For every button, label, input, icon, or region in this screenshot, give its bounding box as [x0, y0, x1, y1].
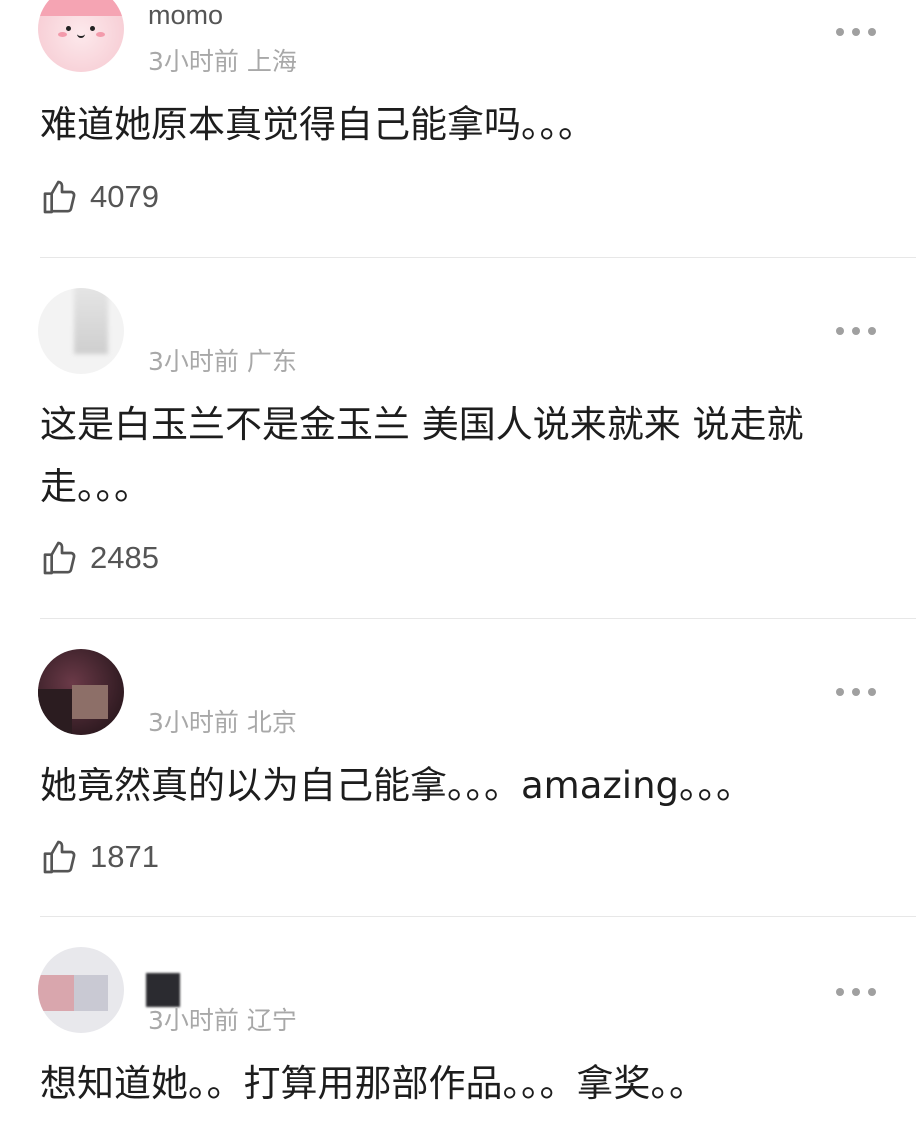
like-count: 1871	[90, 839, 159, 874]
avatar-blur-shape	[38, 975, 74, 1011]
avatar-blush-left	[58, 32, 67, 37]
comment-text: 想知道她。。打算用那部作品。。。拿奖。。	[40, 1062, 706, 1105]
avatar-blur-shape	[74, 975, 108, 1011]
comment-meta: 3小时前 广东	[148, 347, 297, 376]
comment-meta: 3小时前 北京	[148, 708, 297, 737]
avatar-face	[58, 26, 105, 44]
avatar-blush-right	[96, 32, 105, 37]
comment-text: 这是白玉兰不是金玉兰 美国人说来就来 说走就走。。。	[40, 403, 804, 508]
like-button[interactable]: 4079	[40, 175, 159, 219]
comment-item: 3小时前 北京 她竟然真的以为自己能拿。。。amazing。。。 1871	[0, 619, 916, 917]
like-button[interactable]: 2485	[40, 536, 159, 580]
avatar[interactable]	[38, 649, 124, 735]
comment-item: momo 3小时前 上海 难道她原本真觉得自己能拿吗。。。 4079	[0, 0, 916, 258]
comment-item: 3小时前 广东 这是白玉兰不是金玉兰 美国人说来就来 说走就走。。。 2485	[0, 258, 916, 618]
avatar-blur-shape	[74, 288, 108, 354]
avatar[interactable]	[38, 0, 124, 72]
avatar[interactable]	[38, 947, 124, 1033]
like-count: 2485	[90, 540, 159, 575]
avatar-mouth	[77, 32, 85, 38]
avatar[interactable]	[38, 288, 124, 374]
avatar-eye-left	[66, 26, 71, 31]
comment-meta: 3小时前 辽宁	[148, 1006, 297, 1035]
username[interactable]: momo	[148, 0, 223, 31]
more-options-icon[interactable]	[836, 687, 876, 697]
more-options-icon[interactable]	[836, 987, 876, 997]
more-options-icon[interactable]	[836, 27, 876, 37]
thumbs-up-icon	[43, 180, 76, 214]
comment-text: 难道她原本真觉得自己能拿吗。。。	[40, 103, 595, 146]
avatar-hair-shape	[38, 0, 124, 16]
like-button[interactable]: 1871	[40, 835, 159, 879]
comment-text: 她竟然真的以为自己能拿。。。amazing。。。	[40, 764, 754, 807]
avatar-eye-right	[90, 26, 95, 31]
comment-item: 3小时前 辽宁 想知道她。。打算用那部作品。。。拿奖。。	[0, 917, 916, 1128]
thumbs-up-icon	[43, 541, 76, 575]
avatar-blur-shape	[38, 689, 72, 735]
avatar-blur-shape	[72, 685, 108, 719]
comment-meta: 3小时前 上海	[148, 47, 297, 76]
more-options-icon[interactable]	[836, 326, 876, 336]
thumbs-up-icon	[43, 840, 76, 874]
like-count: 4079	[90, 179, 159, 214]
